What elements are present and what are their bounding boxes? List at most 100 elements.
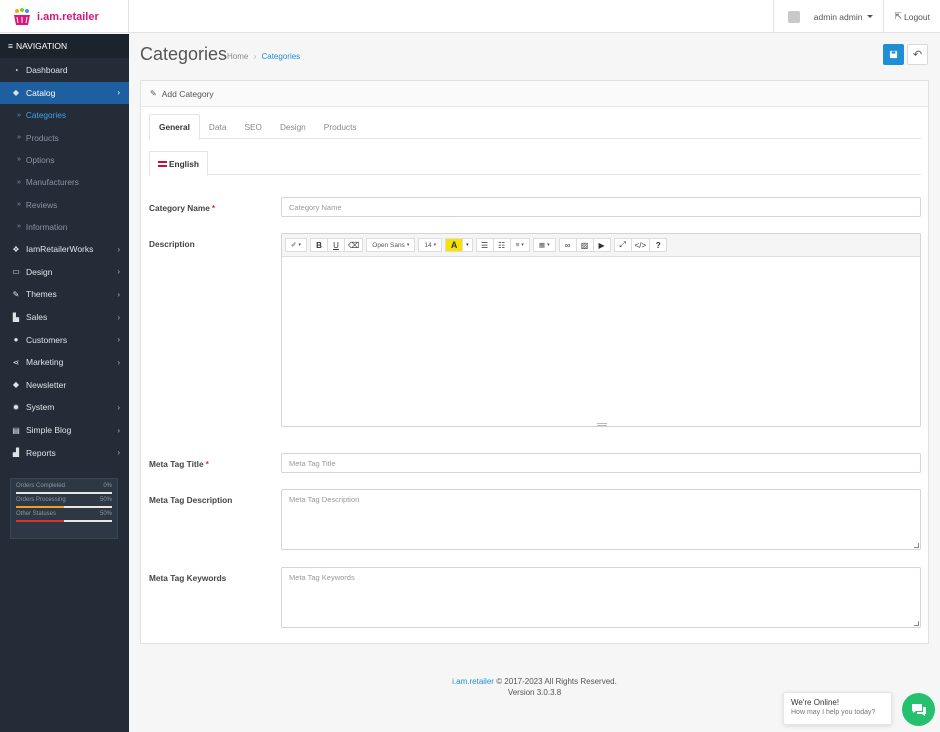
list-ul-icon: ☰ — [481, 240, 489, 250]
language-tabs: English — [149, 151, 921, 176]
logout-label: Logout — [904, 11, 930, 22]
meta-keywords-label: Meta Tag Keywords — [149, 573, 227, 583]
help-button[interactable]: ? — [649, 238, 668, 252]
font-family-dropdown[interactable]: Open Sans ▾ — [366, 238, 416, 252]
underline-button[interactable]: U — [326, 238, 345, 252]
progress-fill — [16, 520, 64, 522]
tags-icon: ◆ — [12, 380, 20, 390]
basket-logo-icon — [12, 7, 32, 27]
tab-data[interactable]: Data — [200, 114, 236, 139]
brand-name: i.am.retailer — [37, 10, 99, 23]
paragraph-align-dropdown[interactable]: ≡ ▾ — [509, 238, 530, 252]
sidebar-item-iamretailerworks[interactable]: ❖ IamRetailerWorks › — [0, 238, 129, 261]
bar-chart-icon: ▟ — [12, 448, 20, 458]
double-chevron-icon: » — [17, 201, 21, 209]
stat-other-statuses: Other Statuses 50% — [16, 511, 112, 522]
chat-open-button[interactable] — [902, 693, 935, 726]
logo[interactable]: i.am.retailer — [0, 0, 129, 33]
tab-seo[interactable]: SEO — [235, 114, 271, 139]
back-button[interactable]: ↶ — [907, 44, 928, 65]
tab-design[interactable]: Design — [271, 114, 315, 139]
breadcrumb-home[interactable]: Home — [227, 52, 248, 61]
meta-title-input[interactable]: Meta Tag Title — [281, 453, 921, 473]
resize-handle[interactable] — [914, 543, 919, 548]
save-icon — [889, 50, 898, 59]
logout-link[interactable]: ⇱ Logout — [883, 0, 940, 33]
double-chevron-icon: » — [17, 111, 21, 119]
bold-button[interactable]: B — [309, 238, 328, 252]
tag-icon: ◆ — [12, 88, 20, 98]
double-chevron-icon: » — [17, 223, 21, 231]
font-size-dropdown[interactable]: 14 ▾ — [418, 238, 443, 252]
menu-icon[interactable]: ≡ — [8, 41, 13, 51]
tab-language-english[interactable]: English — [149, 151, 208, 176]
resize-handle[interactable] — [914, 621, 919, 626]
unordered-list-button[interactable]: ☰ — [475, 238, 494, 252]
magic-style-button[interactable]: ✐ ▾ — [285, 238, 307, 252]
category-name-input[interactable]: Category Name — [281, 197, 921, 217]
sidebar-item-newsletter[interactable]: ◆ Newsletter — [0, 374, 129, 397]
sidebar-item-marketing[interactable]: ⋖ Marketing › — [0, 351, 129, 374]
magic-wand-icon: ✐ — [291, 242, 297, 249]
dashboard-icon: ◔ — [13, 65, 19, 75]
reply-icon: ↶ — [912, 49, 923, 61]
sidebar-subitem-categories[interactable]: » Categories — [0, 104, 129, 126]
breadcrumb-categories[interactable]: Categories — [261, 52, 300, 61]
editor-toolbar: ✐ ▾ B U ⌫ Open Sans ▾ 14 ▾ A ▾ ☰ ☷ ≡ ▾ ▦… — [282, 234, 920, 257]
meta-description-textarea[interactable]: Meta Tag Description — [281, 489, 921, 550]
list-ol-icon: ☷ — [498, 240, 506, 250]
sidebar-item-simple-blog[interactable]: ▤ Simple Blog › — [0, 419, 129, 442]
sidebar-item-customers[interactable]: ● Customers › — [0, 328, 129, 351]
table-dropdown[interactable]: ▦ ▾ — [532, 238, 556, 252]
tab-products[interactable]: Products — [315, 114, 366, 139]
footer-brand-link[interactable]: i.am.retailer — [452, 677, 494, 686]
sidebar-item-system[interactable]: ✹ System › — [0, 396, 129, 419]
video-button[interactable]: ▶ — [592, 238, 611, 252]
resize-handle[interactable] — [597, 423, 607, 426]
save-button[interactable] — [883, 44, 904, 65]
chevron-right-icon: › — [117, 88, 120, 98]
sidebar-item-dashboard[interactable]: ◔ Dashboard — [0, 59, 129, 82]
sidebar-subitem-reviews[interactable]: » Reviews — [0, 193, 129, 215]
sidebar-subitem-options[interactable]: » Options — [0, 149, 129, 171]
picture-button[interactable]: ▨ — [575, 238, 594, 252]
description-editor[interactable]: ✐ ▾ B U ⌫ Open Sans ▾ 14 ▾ A ▾ ☰ ☷ ≡ ▾ ▦… — [281, 233, 921, 427]
bold-icon: B — [316, 240, 322, 250]
question-icon: ? — [655, 240, 661, 250]
navigation-heading: ≡ NAVIGATION — [0, 34, 129, 58]
meta-keywords-textarea[interactable]: Meta Tag Keywords — [281, 567, 921, 628]
panel-heading: ✎ Add Category — [141, 81, 928, 107]
sidebar-subitem-products[interactable]: » Products — [0, 126, 129, 148]
chevron-right-icon: › — [117, 402, 120, 412]
user-menu[interactable]: admin admin — [772, 0, 884, 33]
text-color-dropdown[interactable]: ▾ — [462, 238, 473, 252]
sidebar-subitem-manufacturers[interactable]: » Manufacturers — [0, 171, 129, 193]
ordered-list-button[interactable]: ☷ — [492, 238, 511, 252]
chevron-right-icon: › — [117, 425, 120, 435]
cart-icon: ▙ — [12, 312, 20, 322]
chevron-right-icon: › — [117, 289, 120, 299]
meta-title-label: Meta Tag Title * — [149, 459, 209, 469]
sidebar-item-sales[interactable]: ▙ Sales › — [0, 306, 129, 329]
sidebar-subitem-information[interactable]: » Information — [0, 216, 129, 238]
text-color-button[interactable]: A — [445, 238, 464, 252]
chat-greeting[interactable]: We're Online! How may I help you today? — [783, 692, 892, 725]
top-header: i.am.retailer admin admin ⇱ Logout — [0, 0, 940, 33]
clear-format-button[interactable]: ⌫ — [343, 238, 364, 252]
double-chevron-icon: » — [17, 134, 21, 142]
link-button[interactable]: ∞ — [558, 238, 577, 252]
tab-general[interactable]: General — [149, 114, 200, 140]
code-view-button[interactable]: </> — [630, 238, 651, 252]
pencil-icon: ✎ — [150, 89, 157, 98]
sidebar-item-reports[interactable]: ▟ Reports › — [0, 441, 129, 464]
progress-fill — [16, 506, 64, 508]
progress-bar — [16, 520, 112, 522]
chevron-right-icon: › — [117, 244, 120, 254]
order-stats: Orders Completed 0% Orders Processing 50… — [10, 478, 118, 539]
brush-icon: ✎ — [12, 289, 20, 299]
sidebar-item-design[interactable]: ▭ Design › — [0, 261, 129, 284]
sidebar-item-themes[interactable]: ✎ Themes › — [0, 283, 129, 306]
sidebar-item-catalog[interactable]: ◆ Catalog › — [0, 81, 129, 105]
required-marker: * — [205, 459, 209, 469]
fullscreen-button[interactable]: ⤢ — [613, 238, 632, 252]
